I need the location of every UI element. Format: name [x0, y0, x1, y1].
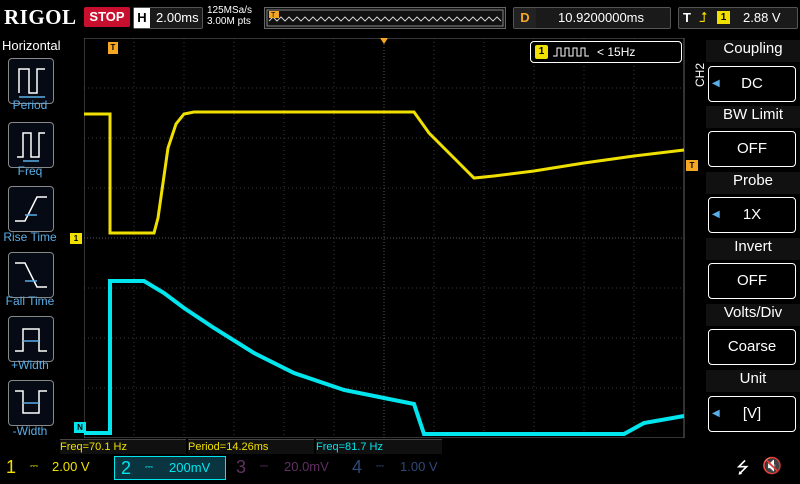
ch2-number: 2 — [121, 458, 132, 478]
coupling-value: DC — [741, 75, 763, 92]
measure-positive-width-button[interactable] — [8, 316, 54, 362]
ch2-button[interactable]: 2 ⎓ 200mV — [114, 456, 226, 480]
timebase-readout[interactable]: H 2.00ms — [133, 7, 203, 29]
positive-width-icon — [15, 328, 47, 352]
counter-channel: 1 — [535, 45, 548, 59]
period-label: Period — [12, 98, 48, 112]
overview-waveform-icon: T — [266, 9, 504, 27]
fall-time-label: Fall Time — [5, 294, 55, 308]
status-bar: RIGOL STOP H 2.00ms 125MSa/s 3.00M pts T… — [0, 0, 800, 36]
measurement-ch1-freq[interactable]: Freq=70.1 Hz — [60, 439, 186, 454]
trigger-level: 2.88 V — [743, 10, 781, 25]
freq-label: Freq — [17, 164, 43, 178]
run-stop-status[interactable]: STOP — [84, 7, 130, 27]
period-icon — [18, 68, 45, 98]
ch3-number: 3 — [236, 457, 247, 477]
trigger-source: 1 — [717, 11, 730, 24]
rise-time-label: Rise Time — [3, 230, 57, 244]
trigger-position-icon — [380, 38, 388, 44]
brand-logo: RIGOL — [4, 5, 77, 29]
sample-rate: 125MSa/s — [207, 5, 253, 16]
memory-overview[interactable]: T — [264, 7, 506, 29]
ch3-scale: 20.0mV — [284, 459, 329, 474]
negative-width-label: -Width — [12, 424, 48, 438]
trigger-time-label: T — [110, 43, 116, 52]
ch1-offset-marker[interactable]: 1 — [70, 233, 82, 244]
square-wave-icon — [553, 47, 589, 57]
probe-value: 1X — [742, 206, 762, 223]
ch4-button[interactable]: 4 ⎓ 1.00 V — [346, 456, 458, 478]
volts-div-value: Coarse — [727, 338, 777, 355]
bw-limit-title: BW Limit — [706, 106, 800, 128]
timebase-value: 2.00ms — [156, 10, 199, 25]
bw-limit-button[interactable]: OFF — [708, 131, 796, 167]
measure-negative-width-button[interactable] — [8, 380, 54, 426]
dc-coupling-icon: ⎓ — [260, 461, 268, 472]
probe-title: Probe — [706, 172, 800, 194]
ch1-marker-label: 1 — [73, 234, 79, 243]
measure-freq-button[interactable] — [8, 122, 54, 168]
measurement-ch1-period[interactable]: Period=14.26ms — [188, 439, 314, 454]
dc-coupling-icon: ⎓ — [376, 461, 384, 472]
fall-time-icon — [15, 262, 47, 288]
coupling-button[interactable]: ◀ DC — [708, 66, 796, 102]
measure-menu-title: Horizontal — [2, 38, 61, 53]
unit-button[interactable]: ◀ [V] — [708, 396, 796, 432]
ch4-scale: 1.00 V — [400, 459, 438, 474]
measure-rise-time-button[interactable] — [8, 186, 54, 232]
delay-readout[interactable]: D 10.9200000ms — [513, 7, 671, 29]
speaker-muted-icon[interactable]: 🔇 — [762, 456, 782, 476]
rising-edge-icon: ⮥ — [699, 9, 708, 25]
dc-coupling-icon: ⎓ — [30, 461, 38, 472]
trigger-readout[interactable]: T ⮥ 1 2.88 V — [678, 7, 798, 29]
ch1-trace — [84, 110, 685, 235]
ch1-scale: 2.00 V — [52, 459, 90, 474]
ch4-number: 4 — [352, 457, 363, 477]
delay-value: 10.9200000ms — [558, 10, 645, 25]
dc-coupling-icon: ⎓ — [145, 462, 153, 473]
trigger-time-marker[interactable]: T — [108, 42, 118, 54]
selector-arrow-icon: ◀ — [712, 209, 720, 220]
trigger-level-label: T — [689, 161, 695, 170]
volts-div-button[interactable]: Coarse — [708, 329, 796, 365]
frequency-counter[interactable]: 1 < 15Hz — [530, 41, 682, 63]
ch1-number: 1 — [6, 457, 17, 477]
waveform-display[interactable] — [84, 38, 686, 438]
rise-time-icon — [15, 196, 47, 222]
ch1-button[interactable]: 1 ⎓ 2.00 V — [0, 456, 112, 478]
trigger-level-marker[interactable]: T — [686, 160, 698, 171]
selector-arrow-icon: ◀ — [712, 408, 720, 419]
selector-arrow-icon: ◀ — [712, 78, 720, 89]
acquisition-info: 125MSa/s 3.00M pts — [207, 5, 252, 27]
ch3-button[interactable]: 3 ⎓ 20.0mV — [230, 456, 342, 478]
frequency-icon — [17, 132, 45, 162]
ch2-offset-marker[interactable]: N — [74, 422, 86, 433]
memory-depth: 3.00M pts — [207, 16, 251, 27]
horizontal-tag: H — [134, 8, 150, 28]
measurement-ch2-freq[interactable]: Freq=81.7 Hz — [316, 439, 442, 454]
bw-limit-value: OFF — [737, 140, 767, 157]
counter-value: < 15Hz — [597, 45, 636, 59]
unit-title: Unit — [706, 370, 800, 392]
ch2-scale: 200mV — [169, 460, 211, 475]
ch2-marker-label: N — [77, 423, 83, 432]
invert-title: Invert — [706, 238, 800, 260]
positive-width-label: +Width — [11, 358, 49, 372]
negative-width-icon — [15, 390, 47, 414]
unit-value: [V] — [742, 405, 762, 422]
coupling-title: Coupling — [706, 40, 800, 62]
trigger-tag: T — [683, 10, 691, 25]
graticule-center — [84, 38, 684, 438]
menu-channel-label: CH2 — [693, 62, 708, 88]
ch2-trace — [84, 279, 685, 436]
invert-value: OFF — [737, 272, 767, 289]
measure-fall-time-button[interactable] — [8, 252, 54, 298]
probe-button[interactable]: ◀ 1X — [708, 197, 796, 233]
invert-button[interactable]: OFF — [708, 263, 796, 299]
volts-div-title: Volts/Div — [706, 304, 800, 326]
svg-text:T: T — [271, 12, 276, 19]
delay-tag: D — [514, 8, 536, 28]
